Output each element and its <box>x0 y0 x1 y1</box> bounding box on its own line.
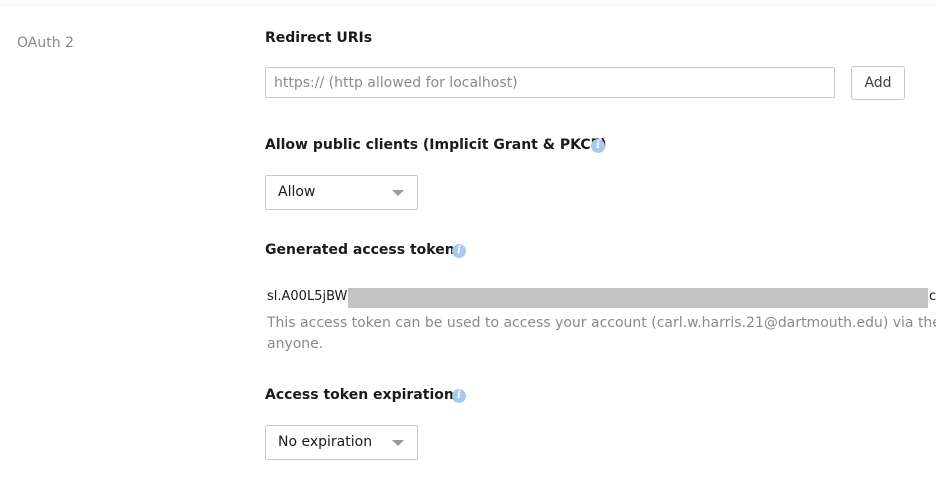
top-divider <box>0 0 936 5</box>
public-clients-title: Allow public clients (Implicit Grant & P… <box>265 137 607 153</box>
redirect-uris-title: Redirect URIs <box>265 30 373 46</box>
description-line-1: This access token can be used to access … <box>267 315 936 331</box>
expiration-select[interactable]: No expiration <box>265 425 418 460</box>
access-token-title: Generated access token <box>265 242 455 258</box>
public-clients-select[interactable]: Allow <box>265 175 418 210</box>
description-line-2: anyone. <box>267 336 324 352</box>
chevron-down-icon <box>392 190 404 196</box>
token-suffix: c <box>929 289 936 304</box>
token-prefix: sl.A00L5jBW <box>267 289 348 304</box>
add-button[interactable]: Add <box>851 66 905 100</box>
section-label: OAuth 2 <box>17 35 74 51</box>
info-icon[interactable]: i <box>452 244 466 258</box>
chevron-down-icon <box>392 440 404 446</box>
expiration-selected: No expiration <box>278 434 373 450</box>
token-redaction <box>348 288 928 308</box>
expiration-title: Access token expiration <box>265 387 454 403</box>
info-icon[interactable]: i <box>452 389 466 403</box>
info-icon[interactable]: i <box>591 139 605 153</box>
public-clients-selected: Allow <box>278 184 316 200</box>
access-token-description: This access token can be used to access … <box>267 313 936 357</box>
access-token-value[interactable]: sl.A00L5jBW c <box>265 288 936 308</box>
redirect-uri-input[interactable] <box>265 67 835 98</box>
